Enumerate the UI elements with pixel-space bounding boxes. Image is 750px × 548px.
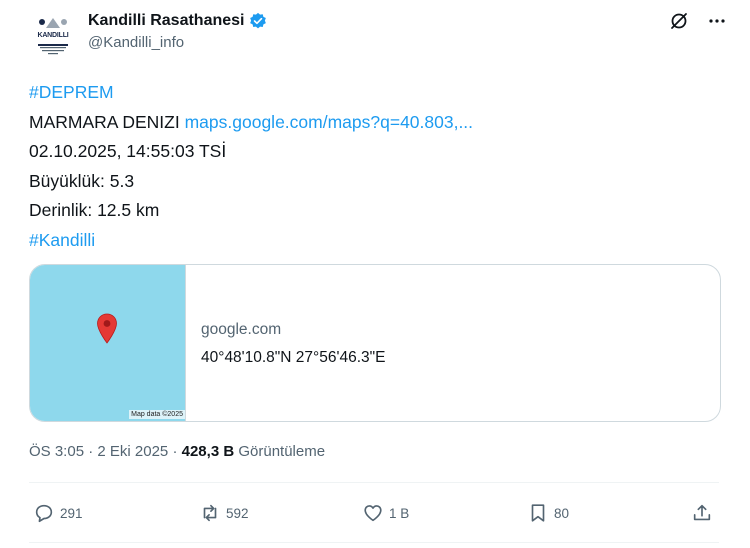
tweet-top-actions [668, 10, 728, 32]
card-title: 40°48'10.8"N 27°56'46.3"E [201, 349, 386, 366]
quake-depth: Derinlik: 12.5 km [29, 200, 160, 220]
card-domain: google.com [201, 321, 282, 338]
reply-count: 291 [60, 505, 83, 521]
tweet-date[interactable]: 2 Eki 2025 [97, 443, 168, 460]
meta-separator: · [88, 443, 94, 460]
repost-icon [203, 504, 217, 522]
verified-badge-icon [249, 12, 266, 29]
repost-button[interactable]: 592 [199, 502, 249, 524]
views-label: Görüntüleme [238, 443, 326, 460]
like-count: 1 B [389, 505, 410, 521]
author-handle[interactable]: @Kandilli_info [88, 34, 184, 51]
grok-icon[interactable] [668, 10, 690, 32]
reply-button[interactable]: 291 [33, 502, 83, 524]
divider-bottom [29, 542, 719, 543]
views-count: 428,3 B [181, 443, 235, 460]
location-label: MARMARA DENIZI [29, 111, 180, 132]
map-thumbnail[interactable]: Map data ©2025 [30, 265, 186, 421]
bookmark-icon [531, 504, 545, 522]
bookmark-button[interactable]: 80 [527, 502, 569, 524]
action-bar: 291 592 1 B 80 [29, 494, 719, 534]
repost-count: 592 [226, 505, 249, 521]
tweet-text: #DEPREM MARMARA DENIZI maps.google.com/m… [29, 78, 473, 255]
like-button[interactable]: 1 B [362, 502, 409, 524]
meta-separator: · [172, 443, 178, 460]
share-button[interactable] [691, 502, 713, 524]
reply-icon [35, 504, 53, 523]
map-attribution: Map data ©2025 [129, 410, 185, 419]
bookmark-count: 80 [554, 505, 570, 521]
hashtag-deprem[interactable]: #DEPREM [29, 82, 114, 102]
divider-top [29, 482, 719, 483]
tweet-time[interactable]: ÖS 3:05 [29, 443, 84, 460]
grok-slash-icon [671, 13, 687, 29]
quake-magnitude: Büyüklük: 5.3 [29, 170, 135, 191]
maps-link[interactable]: maps.google.com/maps?q=40.803,... [185, 112, 473, 132]
tweet-meta: ÖS 3:05 · 2 Eki 2025 · 428,3 B Görüntüle… [29, 443, 325, 460]
author-name-row: Kandilli Rasathanesi [88, 11, 267, 31]
logo-wordmark: KANDILLI [37, 32, 69, 39]
share-icon [693, 504, 711, 521]
quake-datetime: 02.10.2025, 14:55:03 TSİ [29, 141, 227, 161]
link-preview-card[interactable]: Map data ©2025 google.com 40°48'10.8"N 2… [29, 264, 721, 422]
author-name[interactable]: Kandilli Rasathanesi [88, 12, 245, 30]
more-options-icon[interactable] [706, 10, 728, 32]
hashtag-kandilli[interactable]: #Kandilli [29, 230, 95, 250]
ellipsis-icon [709, 19, 725, 23]
map-pin-icon [97, 313, 117, 344]
heart-icon [364, 505, 382, 522]
avatar[interactable]: KANDILLI [28, 10, 78, 60]
